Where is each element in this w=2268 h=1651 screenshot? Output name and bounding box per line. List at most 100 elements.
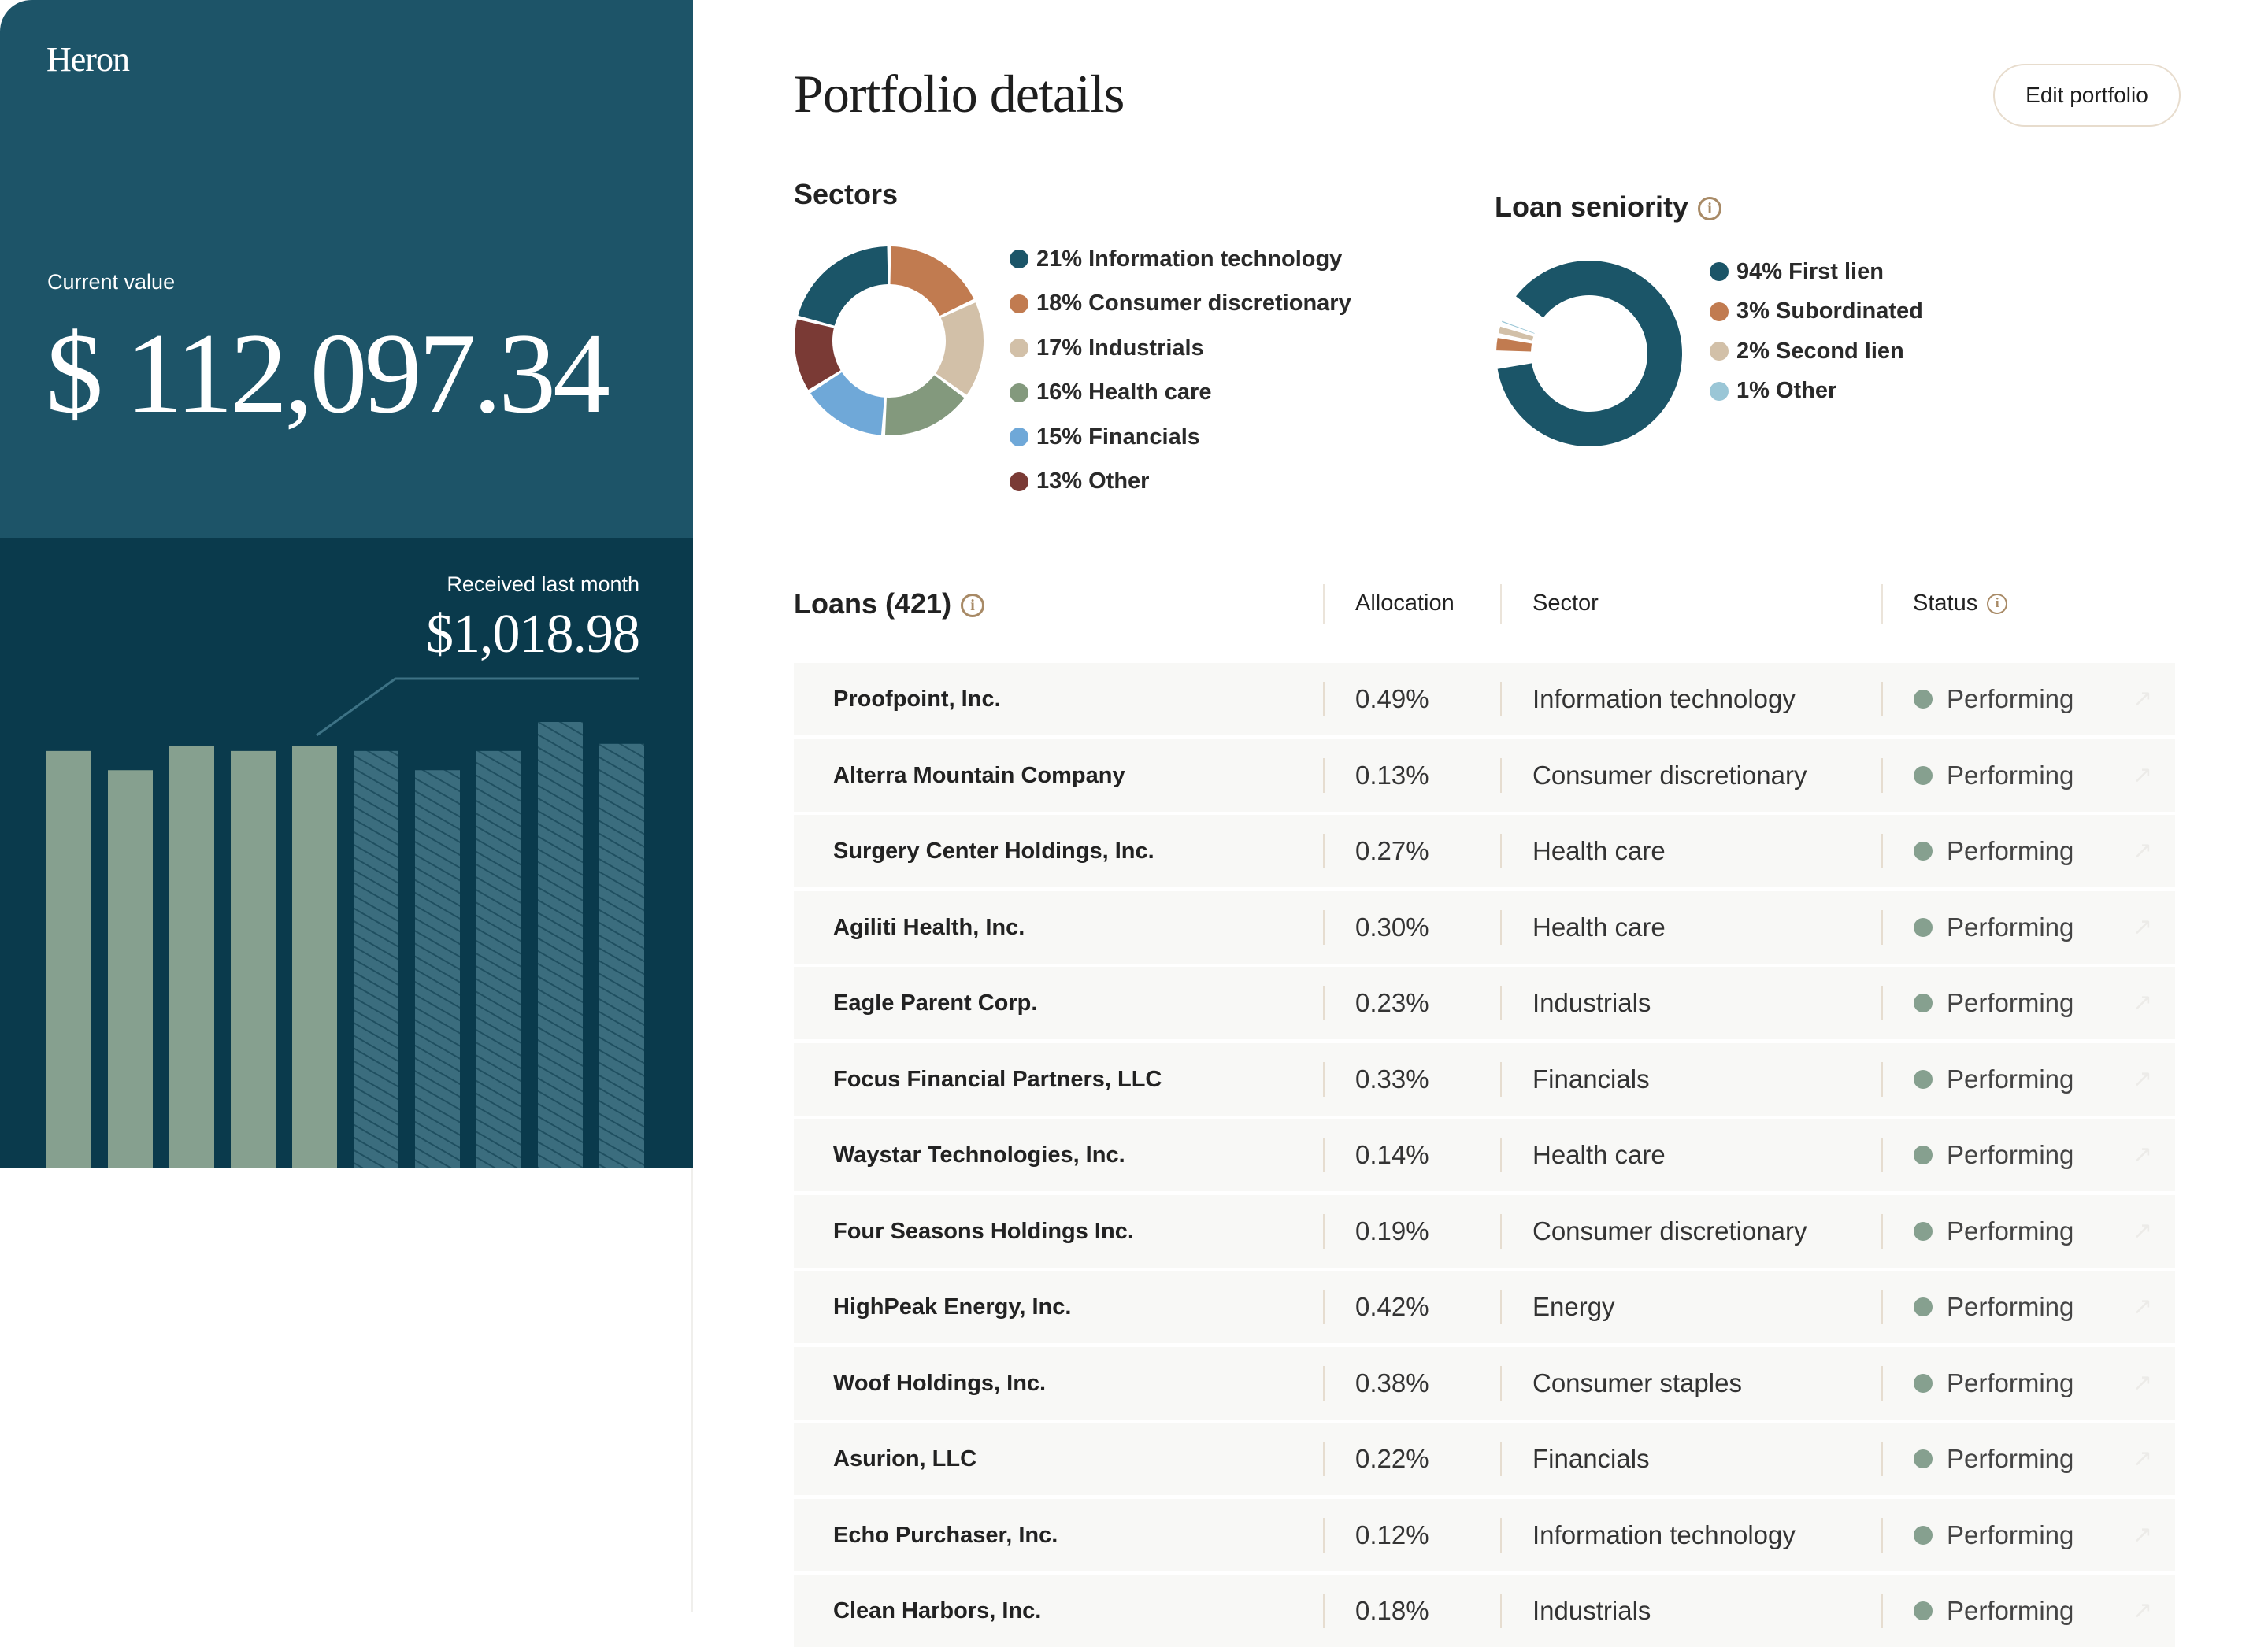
table-row[interactable]: Alterra Mountain Company 0.13% Consumer … bbox=[794, 739, 2175, 812]
arrow-up-right-icon[interactable]: ↗ bbox=[2133, 1043, 2152, 1116]
arrow-up-right-icon[interactable]: ↗ bbox=[2133, 663, 2152, 735]
loan-seniority-title-text: Loan seniority bbox=[1495, 191, 1689, 223]
status-dot bbox=[1914, 1069, 1933, 1089]
edit-portfolio-button[interactable]: Edit portfolio bbox=[1993, 64, 2181, 127]
legend-label: 94% First lien bbox=[1736, 258, 1884, 284]
table-row[interactable]: HighPeak Energy, Inc. 0.42% Energy Perfo… bbox=[794, 1271, 2175, 1343]
loan-name: Focus Financial Partners, LLC bbox=[833, 1066, 1162, 1092]
cell-divider bbox=[1323, 1290, 1325, 1324]
loan-name: Clean Harbors, Inc. bbox=[833, 1598, 1042, 1623]
table-row[interactable]: Focus Financial Partners, LLC 0.33% Fina… bbox=[794, 1042, 2175, 1116]
legend-item: 3% Subordinated bbox=[1710, 292, 1923, 332]
loan-name: Proofpoint, Inc. bbox=[833, 687, 1001, 712]
cell-divider bbox=[1323, 1442, 1325, 1476]
status-dot bbox=[1914, 842, 1933, 861]
cell-divider bbox=[1881, 1594, 1883, 1628]
legend-item: 13% Other bbox=[1010, 460, 1351, 505]
column-divider bbox=[1500, 584, 1502, 624]
column-divider bbox=[1881, 584, 1883, 624]
cell-divider bbox=[1323, 1138, 1325, 1172]
loan-name: Woof Holdings, Inc. bbox=[833, 1370, 1047, 1396]
arrow-up-right-icon[interactable]: ↗ bbox=[2133, 967, 2152, 1039]
loan-status: Performing bbox=[1914, 739, 2073, 812]
arrow-up-right-icon[interactable]: ↗ bbox=[2133, 1119, 2152, 1191]
loan-sector: Health care bbox=[1532, 1140, 1666, 1169]
page-title: Portfolio details bbox=[794, 64, 1125, 124]
arrow-up-right-icon[interactable]: ↗ bbox=[2133, 815, 2152, 887]
income-bar[interactable] bbox=[599, 743, 644, 1168]
loan-status: Performing bbox=[1914, 891, 2073, 964]
legend-dot bbox=[1710, 381, 1729, 401]
income-bar-chart bbox=[46, 677, 644, 1168]
table-row[interactable]: Agiliti Health, Inc. 0.30% Health care P… bbox=[794, 890, 2175, 964]
info-icon[interactable]: i bbox=[1698, 197, 1722, 221]
legend-label: 15% Financials bbox=[1036, 424, 1200, 450]
loan-seniority-legend: 94% First lien 3% Subordinated 2% Second l… bbox=[1710, 252, 1923, 411]
cell-divider bbox=[1881, 1517, 1883, 1553]
table-row[interactable]: Clean Harbors, Inc. 0.18% Industrials Pe… bbox=[794, 1575, 2175, 1647]
income-bar[interactable] bbox=[46, 750, 91, 1168]
loan-sector: Financials bbox=[1532, 1064, 1650, 1094]
cell-divider bbox=[1881, 757, 1883, 793]
arrow-up-right-icon[interactable]: ↗ bbox=[2133, 1499, 2152, 1571]
info-icon[interactable]: i bbox=[1987, 594, 2008, 615]
cell-divider bbox=[1500, 1442, 1502, 1476]
arrow-up-right-icon[interactable]: ↗ bbox=[2133, 1271, 2152, 1343]
legend-item: 94% First lien bbox=[1710, 252, 1923, 292]
arrow-up-right-icon[interactable]: ↗ bbox=[2133, 739, 2152, 812]
income-bar[interactable] bbox=[292, 746, 337, 1168]
cell-divider bbox=[1881, 1061, 1883, 1097]
income-bar[interactable] bbox=[231, 750, 276, 1168]
column-header-allocation[interactable]: Allocation bbox=[1355, 590, 1455, 616]
income-bar[interactable] bbox=[169, 746, 214, 1168]
table-row[interactable]: Surgery Center Holdings, Inc. 0.27% Heal… bbox=[794, 815, 2175, 887]
arrow-up-right-icon[interactable]: ↗ bbox=[2133, 1195, 2152, 1268]
status-dot bbox=[1914, 1146, 1933, 1164]
loan-allocation: 0.22% bbox=[1355, 1444, 1429, 1473]
table-row[interactable]: Four Seasons Holdings Inc. 0.19% Consume… bbox=[794, 1194, 2175, 1268]
cell-divider bbox=[1500, 757, 1502, 793]
arrow-up-right-icon[interactable]: ↗ bbox=[2133, 1423, 2152, 1495]
status-label: Performing bbox=[1947, 760, 2074, 790]
column-header-status[interactable]: Status i bbox=[1913, 590, 2008, 616]
arrow-up-right-icon[interactable]: ↗ bbox=[2133, 891, 2152, 964]
column-header-sector[interactable]: Sector bbox=[1532, 590, 1599, 616]
legend-dot bbox=[1010, 250, 1028, 269]
cell-divider bbox=[1500, 1290, 1502, 1324]
table-row[interactable]: Woof Holdings, Inc. 0.38% Consumer stapl… bbox=[794, 1346, 2175, 1420]
table-row[interactable]: Proofpoint, Inc. 0.49% Information techn… bbox=[794, 663, 2175, 735]
income-bar[interactable] bbox=[476, 750, 521, 1168]
status-label: Performing bbox=[1947, 1064, 2074, 1094]
income-bar[interactable] bbox=[538, 722, 583, 1168]
table-row[interactable]: Eagle Parent Corp. 0.23% Industrials Per… bbox=[794, 967, 2175, 1039]
loan-allocation: 0.13% bbox=[1355, 760, 1429, 790]
cell-divider bbox=[1500, 1517, 1502, 1553]
income-bar[interactable] bbox=[108, 770, 153, 1168]
cell-divider bbox=[1500, 682, 1502, 716]
income-bar[interactable] bbox=[354, 750, 398, 1168]
arrow-up-right-icon[interactable]: ↗ bbox=[2133, 1575, 2152, 1647]
arrow-up-right-icon[interactable]: ↗ bbox=[2133, 1347, 2152, 1420]
loan-sector: Energy bbox=[1532, 1292, 1615, 1321]
status-dot bbox=[1914, 1221, 1933, 1241]
table-row[interactable]: Waystar Technologies, Inc. 0.14% Health … bbox=[794, 1119, 2175, 1191]
loan-allocation: 0.30% bbox=[1355, 912, 1429, 942]
cell-divider bbox=[1323, 757, 1325, 793]
info-icon[interactable]: i bbox=[961, 594, 985, 618]
cell-divider bbox=[1881, 1290, 1883, 1324]
income-bar[interactable] bbox=[415, 770, 460, 1168]
legend-label: 16% Health care bbox=[1036, 379, 1212, 405]
status-label: Performing bbox=[1947, 1216, 2074, 1246]
loan-allocation: 0.49% bbox=[1355, 684, 1429, 713]
loan-sector: Financials bbox=[1532, 1444, 1650, 1473]
table-row[interactable]: Echo Purchaser, Inc. 0.12% Information t… bbox=[794, 1498, 2175, 1571]
loan-status: Performing bbox=[1914, 815, 2073, 887]
loan-allocation: 0.19% bbox=[1355, 1216, 1429, 1246]
loan-name: Waystar Technologies, Inc. bbox=[833, 1142, 1125, 1168]
status-dot bbox=[1914, 1601, 1933, 1620]
sector-slice bbox=[798, 246, 888, 326]
table-row[interactable]: Asurion, LLC 0.22% Financials Performing… bbox=[794, 1423, 2175, 1495]
cell-divider bbox=[1323, 682, 1325, 716]
legend-dot bbox=[1010, 339, 1028, 358]
loan-status: Performing bbox=[1914, 1347, 2073, 1420]
